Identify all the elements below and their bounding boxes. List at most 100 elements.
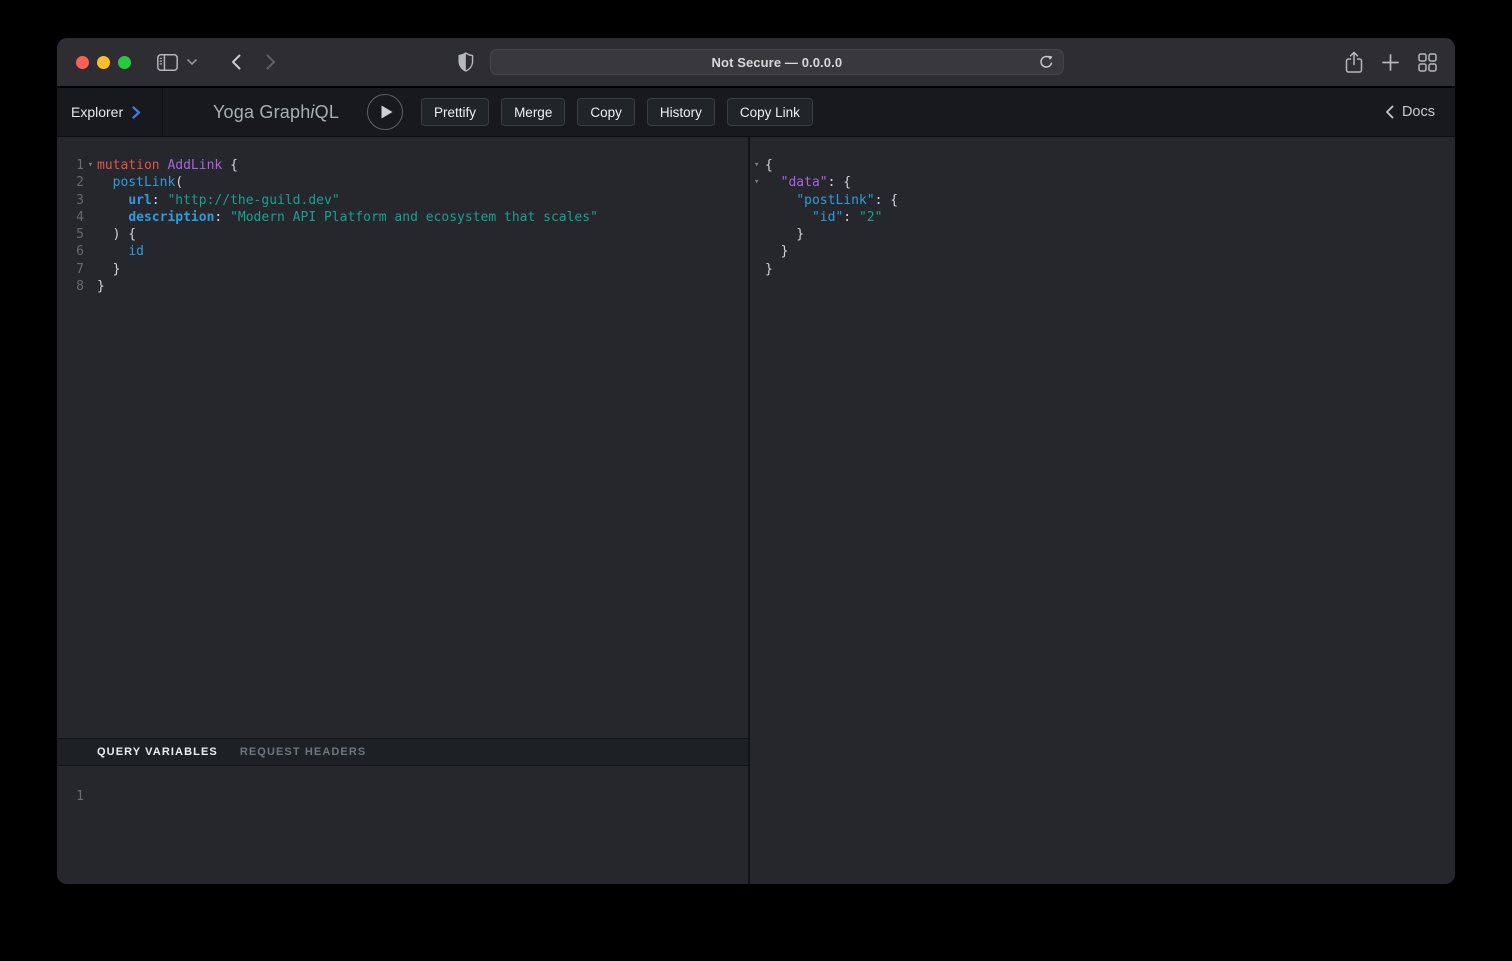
fold-gutter-spacer — [84, 226, 97, 243]
docs-toggle[interactable]: Docs — [1385, 104, 1435, 120]
titlebar-right-actions — [1345, 38, 1437, 86]
token-string: "http://the-guild.dev" — [167, 193, 339, 208]
play-icon — [381, 105, 393, 119]
sidebar-toggle-button[interactable] — [157, 54, 178, 71]
token-string: "Modern API Platform and ecosystem that … — [230, 210, 598, 225]
fold-arrow-icon[interactable]: ▾ — [84, 157, 97, 174]
url-text: Not Secure — 0.0.0.0 — [712, 55, 843, 70]
code-line: 7 } — [57, 261, 748, 278]
code-line: } — [750, 261, 1455, 278]
minimize-window-button[interactable] — [97, 56, 110, 69]
grid-icon — [1418, 53, 1437, 72]
code-text: mutation AddLink { — [97, 157, 238, 174]
fold-gutter-spacer — [750, 243, 765, 260]
code-text: url: "http://the-guild.dev" — [97, 192, 340, 209]
token-property: "postLink" — [796, 193, 874, 208]
new-tab-button[interactable] — [1382, 54, 1399, 71]
token-property: postLink — [113, 175, 176, 190]
sidebar-icon — [157, 54, 178, 71]
graphiql-toolbar: Explorer Yoga GraphiQL Prettify Merge Copy… — [57, 88, 1455, 137]
fold-gutter-spacer — [84, 174, 97, 191]
back-button[interactable] — [231, 54, 241, 70]
fold-arrow-icon[interactable]: ▾ — [750, 157, 765, 174]
line-number: 1 — [57, 157, 84, 174]
code-text: description: "Modern API Platform and ec… — [97, 209, 598, 226]
close-window-button[interactable] — [76, 56, 89, 69]
zoom-window-button[interactable] — [118, 56, 131, 69]
code-line: ▾{ — [750, 157, 1455, 174]
code-line: 5 ) { — [57, 226, 748, 243]
token-punct: } — [765, 244, 788, 259]
tab-query-variables[interactable]: QUERY VARIABLES — [97, 746, 218, 758]
fold-arrow-icon[interactable]: ▾ — [750, 174, 765, 191]
address-bar[interactable]: Not Secure — 0.0.0.0 — [490, 49, 1064, 75]
token-plain — [97, 210, 128, 225]
tab-overview-button[interactable] — [1418, 53, 1437, 72]
token-plain — [97, 193, 128, 208]
token-def: "data" — [781, 175, 828, 190]
fold-gutter-spacer — [84, 192, 97, 209]
line-number: 4 — [57, 209, 84, 226]
address-bar-group: Not Secure — 0.0.0.0 — [458, 38, 1064, 86]
forward-button[interactable] — [266, 54, 276, 70]
token-property: id — [128, 244, 144, 259]
browser-titlebar: Not Secure — 0.0.0.0 — [57, 38, 1455, 88]
token-punct: } — [765, 262, 773, 277]
code-line: 4 description: "Modern API Platform and … — [57, 209, 748, 226]
token-string: "2" — [859, 210, 882, 225]
toolbar-button-merge[interactable]: Merge — [501, 98, 565, 126]
fold-gutter-spacer — [84, 209, 97, 226]
tab-request-headers[interactable]: REQUEST HEADERS — [240, 746, 367, 758]
line-number: 2 — [57, 174, 84, 191]
docs-label: Docs — [1402, 104, 1435, 120]
token-plain — [765, 210, 812, 225]
line-number: 1 — [57, 788, 84, 805]
toolbar-button-row: Prettify Merge Copy History Copy Link — [421, 98, 813, 126]
token-punct: ( — [175, 175, 183, 190]
code-line: 2 postLink( — [57, 174, 748, 191]
toolbar-button-copy[interactable]: Copy — [577, 98, 635, 126]
response-viewer: ▾{▾ "data": { "postLink": { "id": "2" } … — [750, 137, 1455, 884]
token-def: AddLink — [167, 158, 222, 173]
toolbar-button-prettify[interactable]: Prettify — [421, 98, 489, 126]
app-logo: Yoga GraphiQL — [213, 102, 339, 123]
execute-query-button[interactable] — [367, 94, 403, 130]
query-editor[interactable]: 1▾mutation AddLink {2 postLink(3 url: "h… — [57, 137, 748, 738]
toolbar-button-copy-link[interactable]: Copy Link — [727, 98, 813, 126]
token-punct: { — [765, 158, 773, 173]
code-text: } — [765, 243, 788, 260]
code-text: id — [97, 243, 144, 260]
explorer-label: Explorer — [71, 104, 123, 120]
fold-gutter-spacer — [84, 243, 97, 260]
code-text: } — [765, 261, 773, 278]
token-attribute: url — [128, 193, 151, 208]
sidebar-menu-chevron[interactable] — [187, 59, 197, 65]
token-punct: : { — [828, 175, 851, 190]
token-plain — [97, 244, 128, 259]
token-punct: : — [214, 210, 230, 225]
code-line: 6 id — [57, 243, 748, 260]
token-plain — [765, 175, 781, 190]
code-text: ) { — [97, 226, 136, 243]
code-line: ▾ "data": { — [750, 174, 1455, 191]
privacy-report-button[interactable] — [458, 52, 474, 72]
code-line: 1▾mutation AddLink { — [57, 157, 748, 174]
code-line: } — [750, 226, 1455, 243]
share-button[interactable] — [1345, 51, 1363, 73]
reload-icon — [1039, 55, 1054, 70]
code-line: 1 — [57, 788, 748, 805]
reload-button[interactable] — [1039, 55, 1054, 70]
line-number: 6 — [57, 243, 84, 260]
token-keyword: mutation — [97, 158, 160, 173]
query-variables-editor[interactable]: 1 — [57, 766, 748, 884]
explorer-toggle[interactable]: Explorer — [57, 88, 163, 136]
secondary-editor-tabs: QUERY VARIABLES REQUEST HEADERS — [57, 738, 748, 766]
fold-gutter-spacer — [84, 788, 97, 805]
chevron-right-icon — [132, 106, 141, 119]
toolbar-button-history[interactable]: History — [647, 98, 715, 126]
logo-text-suffix: QL — [315, 102, 339, 122]
chevron-left-icon — [231, 54, 241, 70]
plus-icon — [1382, 54, 1399, 71]
token-plain — [765, 193, 796, 208]
token-punct: : — [843, 210, 859, 225]
